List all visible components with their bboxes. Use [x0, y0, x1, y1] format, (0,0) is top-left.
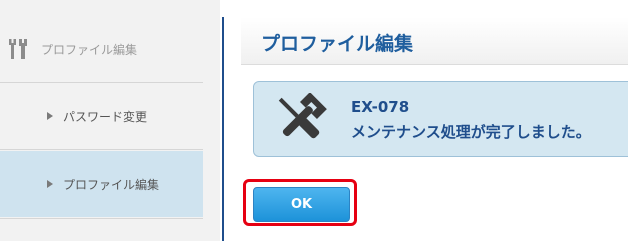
sidebar-item-label: パスワード変更 [63, 109, 148, 124]
message-code: EX-078 [351, 98, 410, 116]
message-text: メンテナンス処理が完了しました。 [351, 123, 591, 141]
sidebar-header-label: プロファイル編集 [41, 42, 138, 57]
sidebar-separator [0, 82, 203, 83]
ok-button[interactable]: OK [253, 187, 350, 222]
tools-icon [9, 39, 27, 59]
sidebar-header: プロファイル編集 [9, 36, 137, 62]
page-title: プロファイル編集 [241, 17, 628, 65]
sidebar: プロファイル編集 パスワード変更 プロファイル編集 [0, 0, 220, 241]
triangle-right-icon [47, 112, 53, 120]
sidebar-divider [222, 17, 224, 241]
sidebar-separator [0, 149, 203, 150]
message-box: EX-078 メンテナンス処理が完了しました。 [253, 81, 628, 157]
triangle-right-icon [47, 180, 53, 188]
sidebar-item-password-change[interactable]: パスワード変更 [0, 84, 203, 148]
sidebar-item-profile-edit[interactable]: プロファイル編集 [0, 151, 203, 217]
sidebar-separator [0, 218, 203, 219]
maintenance-tools-icon [278, 93, 327, 139]
sidebar-item-label: プロファイル編集 [63, 177, 160, 192]
